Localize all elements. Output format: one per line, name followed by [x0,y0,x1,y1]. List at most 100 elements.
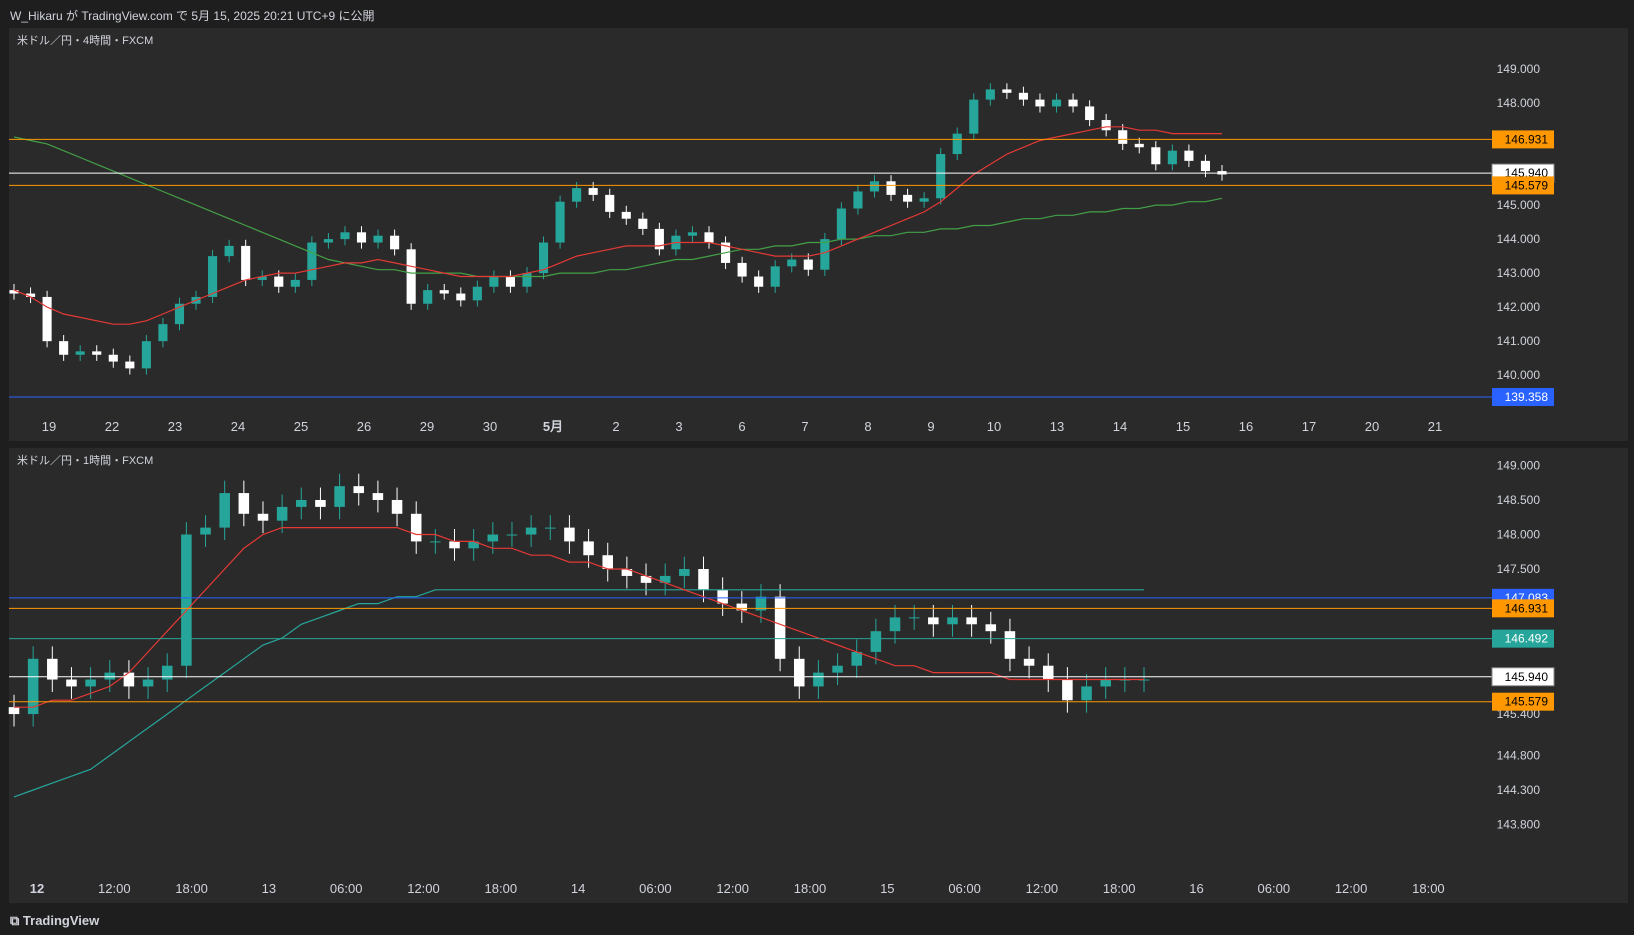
x-tick-label: 14 [571,881,585,896]
price-level-label: 145.940 [1505,670,1549,684]
x-tick-label: 18:00 [175,881,208,896]
x-tick-label: 12:00 [1335,881,1368,896]
candle-body [142,679,154,687]
x-tick-label: 14 [1113,419,1127,434]
candle-body [108,354,118,362]
candle-body [208,256,218,297]
candle-body [870,631,882,652]
candle [181,522,192,679]
candle-body [66,679,77,687]
candle-body [638,218,648,229]
x-tick-label: 12:00 [98,881,131,896]
x-tick-label: 10 [987,419,1001,434]
y-tick-label: 145.000 [1497,198,1541,212]
candle-body [836,208,846,240]
x-tick-label: 24 [231,419,245,434]
candle-body [545,527,556,529]
candle-body [410,513,422,542]
candle-body [1004,631,1016,659]
candle-body [602,555,613,570]
y-tick-label: 144.000 [1497,232,1541,246]
plot-area [9,28,1492,441]
candle-body [219,493,230,528]
candle-body [966,617,977,625]
candle-body [621,211,631,219]
candle-body [832,665,843,673]
x-tick-label: 30 [483,419,497,434]
candle-body [588,188,598,195]
candle-body [985,89,995,100]
chart-1h[interactable]: 米ドル／円・1時間・FXCM 149.000 148.500 148.000 147.5… [0,448,1634,905]
tradingview-logo[interactable]: ⧉ TradingView [10,913,99,929]
x-tick-label: 8 [864,419,871,434]
candle [936,147,946,205]
candle-body [1068,99,1078,107]
candle-body [200,527,211,535]
candle-body [583,541,594,556]
y-tick-label: 144.800 [1497,748,1541,762]
candle-body [307,242,317,280]
candle-body [353,486,365,494]
candle-body [698,569,709,590]
x-tick-label: 29 [420,419,434,434]
candle-body [1101,120,1111,131]
brand-label: TradingView [22,913,100,928]
candle-body [323,239,333,243]
y-tick-label: 143.000 [1497,266,1541,280]
candle-body [406,249,416,304]
x-tick-label: 06:00 [639,881,672,896]
x-tick-label: 06:00 [948,881,981,896]
y-tick-label: 149.000 [1497,62,1541,76]
candle-body [241,245,251,280]
price-level-label: 139.358 [1505,390,1549,404]
candle-body [158,324,168,342]
candle-body [290,279,300,287]
x-tick-label: 13 [1050,419,1064,434]
x-tick-label: 12:00 [716,881,749,896]
chart-title: 米ドル／円・4時間・FXCM [17,34,153,47]
y-tick-label: 149.000 [1497,458,1541,472]
candle-body [851,651,862,666]
candle-body [754,276,764,287]
candle [555,195,565,249]
candle-body [679,569,690,576]
x-tick-label: 16 [1189,881,1203,896]
candle-body [813,672,824,687]
candle-body [969,99,979,134]
candle-body [356,232,367,243]
x-tick-label: 18:00 [794,881,827,896]
x-tick-label: 12:00 [1026,881,1059,896]
candle-body [770,266,780,287]
y-tick-label: 142.000 [1497,300,1541,314]
x-tick-label: 15 [1176,419,1190,434]
candle-body [506,534,518,536]
x-tick-label: 21 [1428,419,1442,434]
price-level-label: 145.579 [1505,178,1549,192]
candle-body [1002,89,1012,93]
candle-body [372,493,384,500]
chart-4h[interactable]: 米ドル／円・4時間・FXCM149.000148.000147.000146.0… [0,28,1634,443]
candle-body [59,341,69,355]
candle-body [936,154,946,199]
x-tick-label: 15 [880,881,894,896]
candle-body [1200,160,1211,172]
tv-icon: ⧉ [10,913,23,928]
publish-header: W_Hikaru が TradingView.com で 5月 15, 2025… [0,0,1634,28]
candle [538,236,549,280]
candle-body [1184,150,1194,161]
candle-body [1042,665,1054,680]
candle-body [919,198,929,202]
x-tick-label: 5月 [543,419,563,434]
x-tick-label: 06:00 [1258,881,1291,896]
chart-title: 米ドル／円・1時間・FXCM [17,454,153,467]
plot-area [9,448,1492,903]
candle-body [238,493,250,514]
candle-body [75,351,85,355]
candle-body [141,341,151,369]
x-tick-label: 18:00 [1103,881,1136,896]
x-tick-label: 13 [262,881,276,896]
candle-body [985,624,997,632]
candle-body [869,181,880,192]
candle-body [903,194,913,202]
candle-body [522,273,532,287]
